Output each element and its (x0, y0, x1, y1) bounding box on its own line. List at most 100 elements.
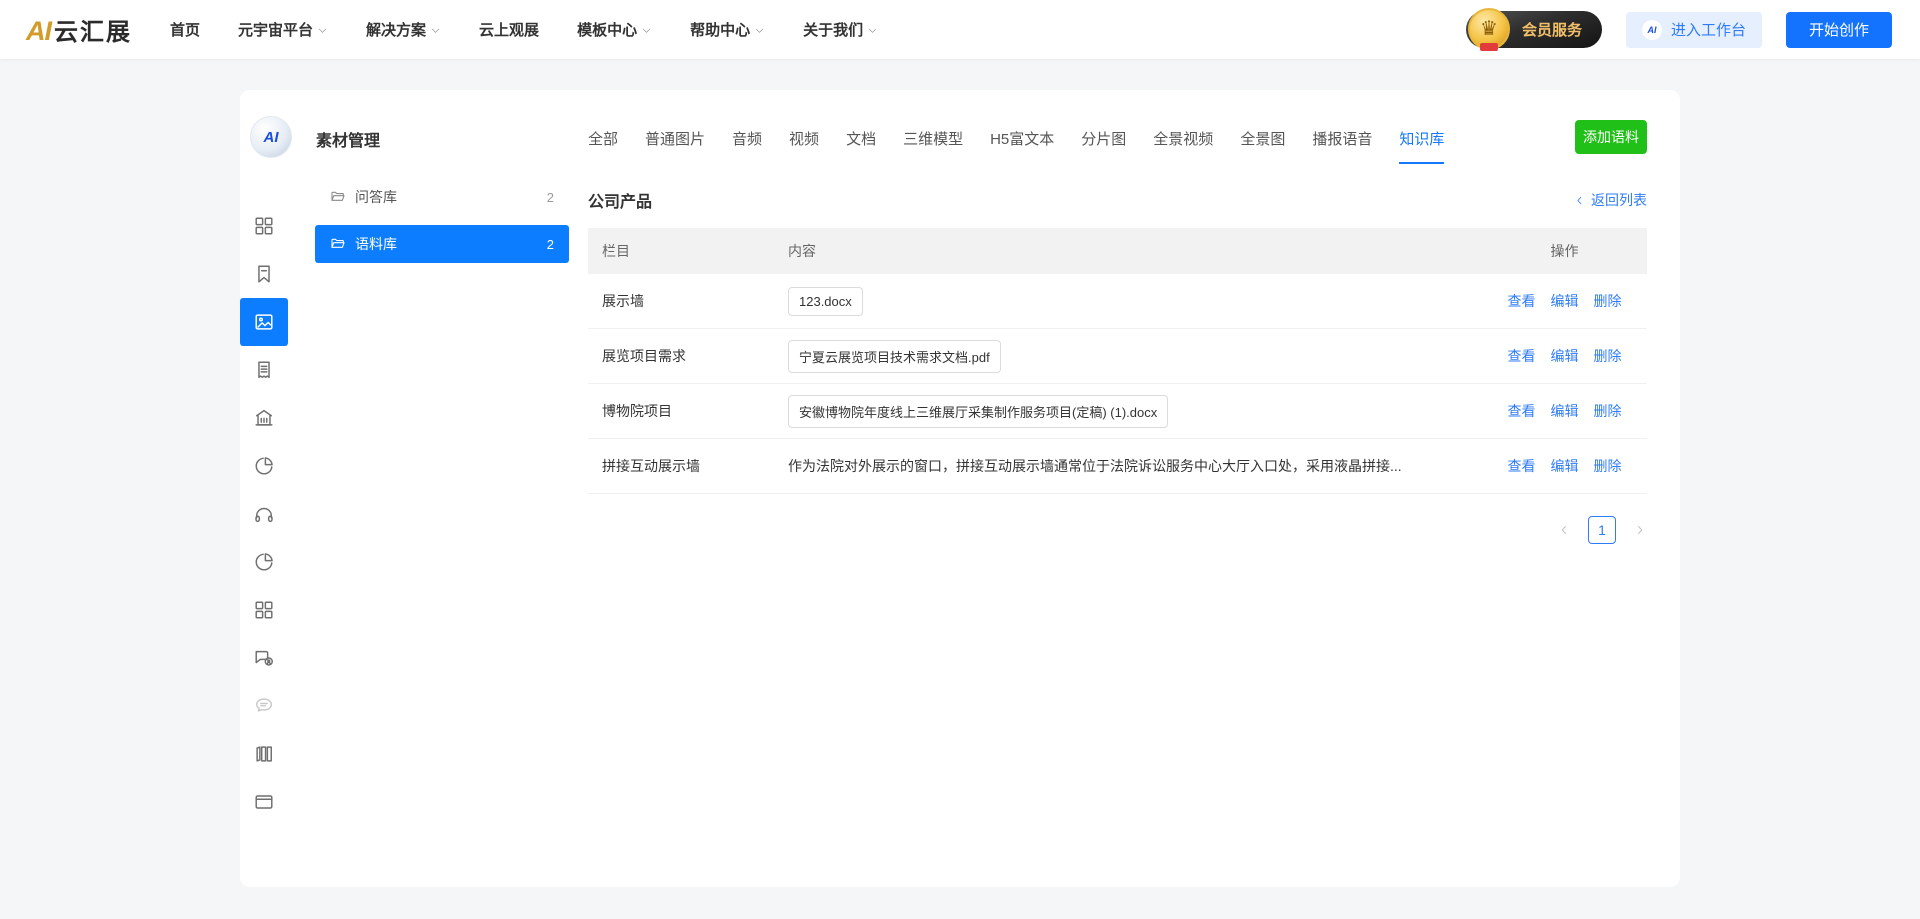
file-chip: 安徽博物院年度线上三维展厅采集制作服务项目(定稿) (1).docx (788, 395, 1168, 428)
tab-model-3d[interactable]: 三维模型 (903, 128, 963, 164)
column-header-content: 内容 (788, 241, 1482, 261)
top-nav: AI 云汇展 首页元宇宙平台解决方案云上观展模板中心帮助中心关于我们 会员服务 … (0, 0, 1920, 59)
page-title: 素材管理 (316, 127, 380, 151)
folder-count: 2 (547, 190, 554, 205)
tab-normal-image[interactable]: 普通图片 (645, 128, 705, 164)
rail-item-columns[interactable] (240, 730, 288, 778)
row-category: 博物院项目 (588, 401, 788, 421)
columns-icon (253, 743, 275, 765)
folder-label: 语料库 (355, 234, 397, 254)
edit-link[interactable]: 编辑 (1551, 346, 1579, 366)
tab-panorama-image[interactable]: 全景图 (1240, 128, 1285, 164)
rail-item-message[interactable] (240, 682, 288, 730)
nav-menu: 首页 元宇宙平台 解决方案 云上观展 模板中心 帮助中心 关于我们 (170, 19, 878, 40)
back-to-list-link[interactable]: 返回列表 (1573, 190, 1647, 210)
material-type-tabs: 全部普通图片音频视频文档三维模型 H5富文本分片图全景视频全景图播报语音知识库 (588, 120, 1444, 164)
row-content: 安徽博物院年度线上三维展厅采集制作服务项目(定稿) (1).docx (788, 395, 1482, 428)
rail-item-image[interactable] (240, 298, 288, 346)
pie-chart-icon (253, 551, 275, 573)
workspace-logo-icon: AI (1642, 20, 1662, 40)
tab-knowledge-base[interactable]: 知识库 (1399, 128, 1444, 164)
chevron-down-icon (754, 25, 765, 36)
file-chip: 123.docx (788, 287, 863, 316)
tab-panorama-video[interactable]: 全景视频 (1153, 128, 1213, 164)
chevron-down-icon (641, 25, 652, 36)
corpus-table: 栏目 内容 操作 展示墙123.docx查看编辑删除展览项目需求宁夏云展览项目技… (588, 228, 1647, 494)
tab-audio[interactable]: 音频 (732, 128, 762, 164)
rail-item-apps-grid-2[interactable] (240, 586, 288, 634)
delete-link[interactable]: 删除 (1594, 346, 1622, 366)
edit-link[interactable]: 编辑 (1551, 456, 1579, 476)
nav-item-label: 模板中心 (577, 19, 637, 40)
file-chip: 宁夏云展览项目技术需求文档.pdf (788, 340, 1001, 373)
column-header-category: 栏目 (588, 241, 788, 261)
delete-link[interactable]: 删除 (1594, 291, 1622, 311)
nav-item-label: 元宇宙平台 (238, 19, 313, 40)
back-to-list-label: 返回列表 (1591, 190, 1647, 210)
tab-document[interactable]: 文档 (846, 128, 876, 164)
folder-item-qa-library[interactable]: 问答库2 (315, 178, 569, 216)
tab-video[interactable]: 视频 (789, 128, 819, 164)
avatar[interactable]: AI (250, 116, 292, 158)
material-management-card: AI 素材管理 问答库2语料库2 全部普通图片音频视频文档三维模型H5富文本分片… (240, 90, 1680, 887)
document-icon (253, 359, 275, 381)
row-actions: 查看编辑删除 (1482, 291, 1647, 311)
member-service-button[interactable]: 会员服务 (1466, 11, 1602, 48)
rail-item-pie-chart[interactable] (240, 442, 288, 490)
edit-link[interactable]: 编辑 (1551, 401, 1579, 421)
nav-item-help-center[interactable]: 帮助中心 (690, 19, 765, 40)
start-creation-button[interactable]: 开始创作 (1786, 12, 1892, 48)
museum-icon (253, 407, 275, 429)
nav-item-cloud-exhibition[interactable]: 云上观展 (479, 19, 539, 40)
view-link[interactable]: 查看 (1508, 401, 1536, 421)
delete-link[interactable]: 删除 (1594, 456, 1622, 476)
pagination-next-icon[interactable] (1633, 523, 1647, 537)
tab-broadcast-voice[interactable]: 播报语音 (1312, 128, 1372, 164)
apps-grid-icon (253, 215, 275, 237)
rail-item-chat[interactable] (240, 634, 288, 682)
tab-h5-richtext[interactable]: H5富文本 (990, 128, 1054, 164)
pagination-page-1[interactable]: 1 (1588, 516, 1616, 544)
view-link[interactable]: 查看 (1508, 456, 1536, 476)
row-category: 展示墙 (588, 291, 788, 311)
delete-link[interactable]: 删除 (1594, 401, 1622, 421)
edit-link[interactable]: 编辑 (1551, 291, 1579, 311)
pagination-prev-icon[interactable] (1557, 523, 1571, 537)
rail-item-headphones[interactable] (240, 490, 288, 538)
view-link[interactable]: 查看 (1508, 346, 1536, 366)
folder-icon (330, 189, 346, 205)
nav-item-solutions[interactable]: 解决方案 (366, 19, 441, 40)
image-icon (253, 311, 275, 333)
row-category: 拼接互动展示墙 (588, 456, 788, 476)
section-header: 公司产品 返回列表 (588, 188, 1647, 212)
add-corpus-button[interactable]: 添加语料 (1575, 120, 1647, 154)
nav-item-template-center[interactable]: 模板中心 (577, 19, 652, 40)
window-icon (253, 791, 275, 813)
rail-item-pie-chart-2[interactable] (240, 538, 288, 586)
rail-item-document[interactable] (240, 346, 288, 394)
category-icon-rail (240, 202, 288, 826)
rail-item-window[interactable] (240, 778, 288, 826)
table-row: 博物院项目安徽博物院年度线上三维展厅采集制作服务项目(定稿) (1).docx 查… (588, 384, 1647, 439)
enter-workspace-label: 进入工作台 (1671, 19, 1746, 40)
view-link[interactable]: 查看 (1508, 291, 1536, 311)
tab-slice-image[interactable]: 分片图 (1081, 128, 1126, 164)
tab-all[interactable]: 全部 (588, 128, 618, 164)
brand-logo-ai: AI (26, 16, 51, 47)
table-row: 拼接互动展示墙作为法院对外展示的窗口，拼接互动展示墙通常位于法院诉讼服务中心大厅… (588, 439, 1647, 494)
rail-item-apps-grid[interactable] (240, 202, 288, 250)
brand-logo[interactable]: AI 云汇展 (26, 12, 132, 47)
nav-item-metaverse-platform[interactable]: 元宇宙平台 (238, 19, 328, 40)
folder-item-corpus-library[interactable]: 语料库2 (315, 225, 569, 263)
tabs-row: 全部普通图片音频视频文档三维模型 H5富文本分片图全景视频全景图播报语音知识库 添… (588, 120, 1647, 164)
nav-item-about-us[interactable]: 关于我们 (803, 19, 878, 40)
enter-workspace-button[interactable]: AI 进入工作台 (1626, 12, 1762, 48)
table-header-row: 栏目 内容 操作 (588, 228, 1647, 274)
member-service-label: 会员服务 (1522, 19, 1582, 40)
rail-item-bookmark[interactable] (240, 250, 288, 298)
headphones-icon (253, 503, 275, 525)
bookmark-icon (253, 263, 275, 285)
vip-medal-icon (1468, 8, 1510, 50)
nav-item-home[interactable]: 首页 (170, 19, 200, 40)
rail-item-museum[interactable] (240, 394, 288, 442)
